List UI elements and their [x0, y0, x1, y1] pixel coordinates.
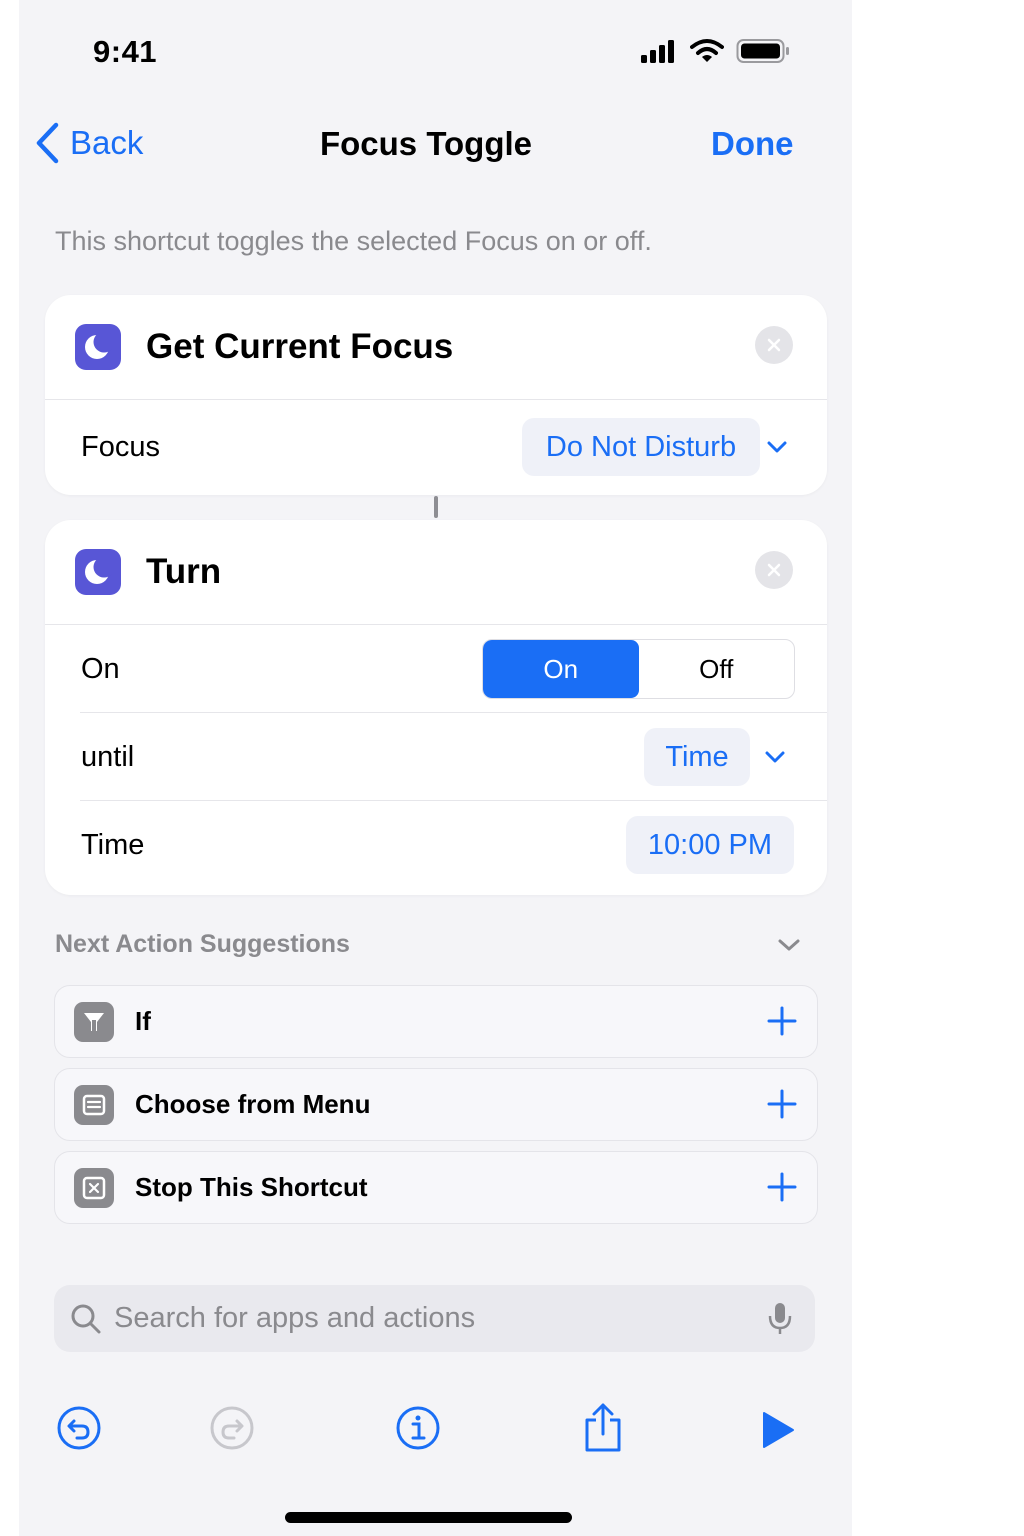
moon-icon [75, 549, 121, 595]
suggestion-item[interactable]: Choose from Menu [54, 1068, 818, 1141]
time-value: 10:00 PM [647, 828, 773, 861]
play-icon[interactable] [760, 1410, 796, 1450]
state-label: On [81, 652, 120, 685]
focus-value: Do Not Disturb [545, 430, 737, 463]
close-icon [767, 563, 781, 577]
add-icon[interactable] [765, 1004, 799, 1038]
focus-picker[interactable]: Do Not Disturb [522, 418, 760, 476]
search-icon [71, 1304, 101, 1333]
focus-row: Focus Do Not Disturb [45, 400, 827, 494]
share-icon[interactable] [581, 1402, 625, 1454]
remove-action-button[interactable] [755, 551, 793, 589]
wifi-icon [690, 39, 724, 62]
suggestions-header[interactable]: Next Action Suggestions [55, 930, 801, 959]
suggestion-item[interactable]: If [54, 985, 818, 1058]
microphone-icon[interactable] [767, 1301, 793, 1337]
branch-icon [74, 1001, 114, 1042]
focus-label: Focus [81, 430, 160, 463]
cellular-signal-icon [641, 40, 674, 63]
action-title: Get Current Focus [146, 327, 454, 366]
action-header: Get Current Focus [45, 295, 827, 400]
action-header: Turn [45, 520, 827, 625]
suggestions-title: Next Action Suggestions [55, 930, 350, 958]
menu-icon [74, 1084, 114, 1125]
segment-on[interactable]: On [483, 640, 639, 698]
suggestion-label: Choose from Menu [135, 1089, 371, 1119]
undo-icon[interactable] [56, 1405, 102, 1451]
turn-focus-action-card: Turn On On Off until Time Time 10:00 PM [45, 520, 827, 895]
shortcut-description: This shortcut toggles the selected Focus… [55, 226, 652, 256]
close-icon [767, 338, 781, 352]
until-label: until [81, 740, 135, 773]
info-icon[interactable] [395, 1405, 441, 1451]
search-bar [54, 1285, 815, 1352]
redo-icon[interactable] [209, 1405, 255, 1451]
chevron-down-icon [778, 939, 800, 950]
suggestion-item[interactable]: Stop This Shortcut [54, 1151, 818, 1224]
until-row: until Time [45, 713, 827, 801]
stop-icon [74, 1167, 114, 1208]
time-label: Time [81, 828, 145, 861]
segment-off[interactable]: Off [639, 640, 795, 698]
action-title: Turn [146, 552, 222, 591]
done-button[interactable]: Done [711, 125, 794, 163]
remove-action-button[interactable] [755, 326, 793, 364]
chevron-down-icon[interactable] [767, 440, 787, 454]
time-row: Time 10:00 PM [45, 801, 827, 889]
battery-icon [736, 39, 789, 63]
home-indicator [285, 1512, 572, 1523]
search-input[interactable] [114, 1302, 734, 1335]
get-current-focus-action-card: Get Current Focus Focus Do Not Disturb [45, 295, 827, 495]
add-icon[interactable] [765, 1087, 799, 1121]
chevron-down-icon[interactable] [765, 750, 785, 764]
until-value: Time [665, 740, 729, 773]
add-icon[interactable] [765, 1170, 799, 1204]
status-time: 9:41 [93, 34, 158, 69]
action-connector [434, 496, 438, 518]
moon-icon [75, 324, 121, 370]
state-row: On On Off [45, 625, 827, 713]
suggestion-label: Stop This Shortcut [135, 1172, 368, 1202]
status-icons [640, 38, 790, 64]
until-picker[interactable]: Time [644, 728, 750, 786]
on-off-segmented-control: On Off [482, 639, 795, 699]
suggestion-label: If [135, 1006, 151, 1036]
time-picker[interactable]: 10:00 PM [626, 816, 794, 874]
